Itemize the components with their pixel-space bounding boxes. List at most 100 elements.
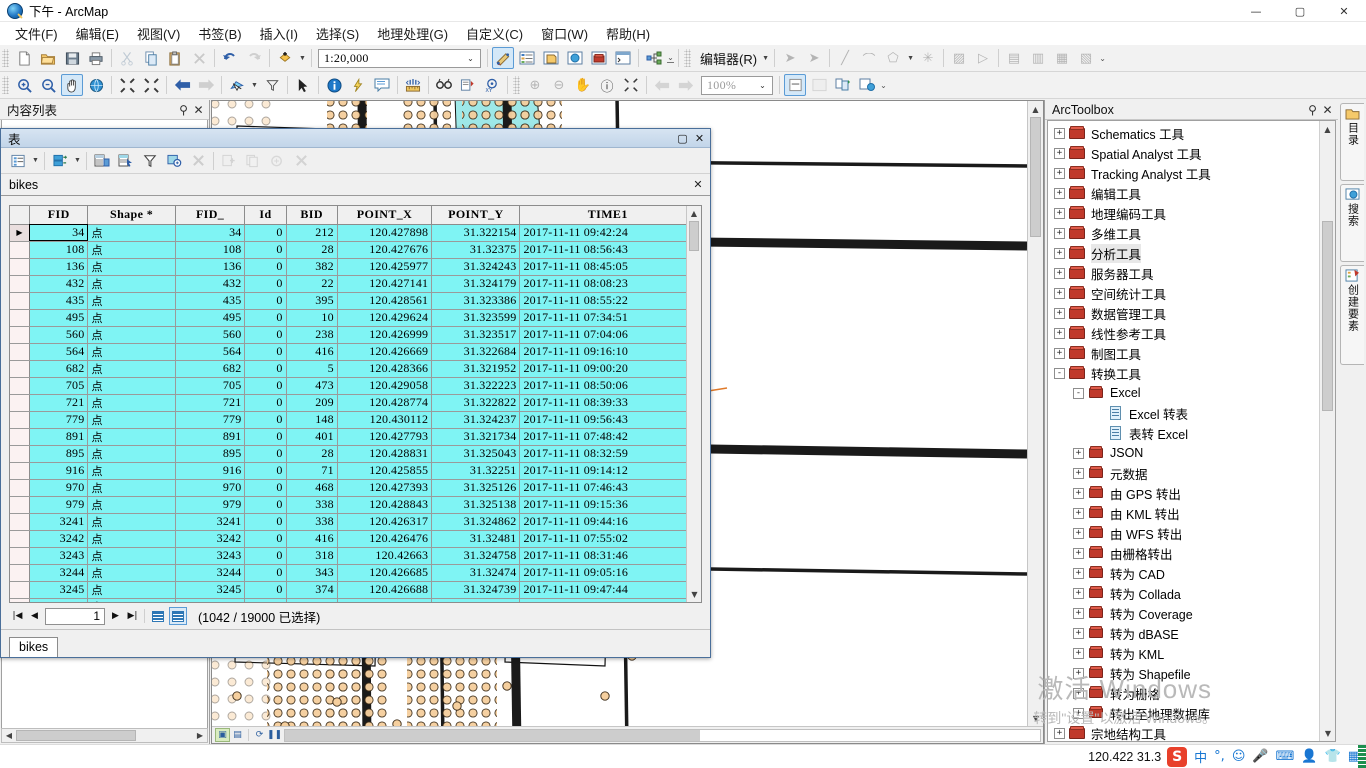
expand-icon[interactable]: +	[1073, 607, 1084, 619]
table-row[interactable]: 3242 点 3242 0 416 120.426476 31.32481 2017-11-1…	[10, 530, 696, 548]
toolbox-item[interactable]: + 制图工具	[1048, 343, 1319, 363]
menu-insert[interactable]: 插入(I)	[251, 21, 307, 46]
keyboard-icon[interactable]: ⌨	[1276, 749, 1295, 764]
chevron-down-icon[interactable]: ⌄	[463, 54, 478, 63]
pin-icon[interactable]: ⚲	[176, 103, 191, 117]
cell-bid[interactable]: 161	[286, 598, 338, 602]
toolbox-item[interactable]: + 宗地结构工具	[1048, 723, 1319, 741]
row-selector-cell[interactable]	[10, 275, 30, 293]
scroll-down-icon[interactable]: ▼	[1028, 710, 1043, 726]
cell-bid[interactable]: 22	[286, 275, 338, 293]
expand-icon[interactable]: +	[1054, 287, 1065, 299]
fixed-zoom-in-icon[interactable]	[116, 74, 138, 96]
menu-view[interactable]: 视图(V)	[128, 21, 189, 46]
cell-fid2[interactable]: 721	[175, 394, 246, 412]
cell-fid[interactable]: 682	[29, 360, 89, 378]
cell-time1[interactable]: 2017-11-11 09:05:16	[519, 564, 696, 582]
cell-shape[interactable]: 点	[87, 496, 176, 514]
close-icon[interactable]: ✕	[1320, 103, 1335, 117]
cell-point_y[interactable]: 31.323386	[431, 292, 521, 310]
redo-icon[interactable]	[243, 47, 265, 69]
cell-time1[interactable]: 2017-11-11 08:31:46	[519, 547, 696, 565]
table-row[interactable]: 136 点 136 0 382 120.425977 31.324243 2017-11-11…	[10, 258, 696, 276]
table-row[interactable]: 3241 点 3241 0 338 120.426317 31.324862 2017-11-…	[10, 513, 696, 531]
cell-time1[interactable]: 2017-11-11 09:00:20	[519, 360, 696, 378]
print-icon[interactable]	[85, 47, 107, 69]
cell-fid[interactable]: 721	[29, 394, 89, 412]
cell-bid[interactable]: 209	[286, 394, 338, 412]
vertical-tab-catalog[interactable]: 目录	[1340, 103, 1364, 181]
catalog-window-icon[interactable]	[540, 47, 562, 69]
cell-point_x[interactable]: 120.428366	[337, 360, 433, 378]
collapse-icon[interactable]: -	[1073, 387, 1084, 399]
cell-point_x[interactable]: 120.425977	[337, 258, 433, 276]
cell-fid2[interactable]: 564	[175, 343, 246, 361]
toolbox-item[interactable]: - Excel	[1048, 383, 1319, 403]
toolbox-item[interactable]: + 空间统计工具	[1048, 283, 1319, 303]
add-data-dropdown-icon[interactable]: ▼	[297, 47, 308, 69]
toolbox-item[interactable]: + Schematics 工具	[1048, 123, 1319, 143]
related-tables-dropdown-icon[interactable]: ▼	[72, 150, 83, 172]
toolbox-item[interactable]: + 转为 CAD	[1048, 563, 1319, 583]
table-row[interactable]: 435 点 435 0 395 120.428561 31.323386 2017-11-11…	[10, 292, 696, 310]
cell-bid[interactable]: 468	[286, 479, 338, 497]
cell-fid2[interactable]: 895	[175, 445, 246, 463]
cell-shape[interactable]: 点	[87, 598, 176, 602]
cell-point_y[interactable]: 31.324739	[431, 581, 521, 599]
zoom-to-selection-icon[interactable]	[266, 150, 288, 172]
cell-shape[interactable]: 点	[87, 224, 176, 242]
row-selector-cell[interactable]	[10, 309, 30, 327]
cell-shape[interactable]: 点	[87, 343, 176, 361]
cell-shape[interactable]: 点	[87, 292, 176, 310]
cell-point_y[interactable]: 31.322154	[431, 224, 521, 242]
cell-fid2[interactable]: 705	[175, 377, 246, 395]
column-header-fid[interactable]: FID	[29, 206, 89, 225]
cell-point_x[interactable]: 120.426688	[337, 581, 433, 599]
cell-fid2[interactable]: 34	[175, 224, 246, 242]
edit-sketch-icon[interactable]: ▧	[1075, 47, 1097, 69]
expand-icon[interactable]: +	[1073, 547, 1084, 559]
cell-point_x[interactable]: 120.426685	[337, 564, 433, 582]
row-selector-cell[interactable]	[10, 581, 30, 599]
chevron-down-icon[interactable]: ⌄	[755, 81, 770, 90]
attribute-grid[interactable]: FID Shape * FID_ Id BID POINT_X POINT_Y …	[9, 205, 702, 603]
toolbox-item[interactable]: + 转为 dBASE	[1048, 623, 1319, 643]
layout-fixed-zoom-icon[interactable]	[620, 74, 642, 96]
toolbox-item[interactable]: + 由栅格转出	[1048, 543, 1319, 563]
cell-fid[interactable]: 779	[29, 411, 89, 429]
expand-icon[interactable]: +	[1054, 267, 1065, 279]
expand-icon[interactable]: +	[1054, 347, 1065, 359]
scroll-thumb[interactable]	[1322, 221, 1333, 411]
cell-time1[interactable]: 2017-11-11 08:55:22	[519, 292, 696, 310]
cell-fid2[interactable]: 432	[175, 275, 246, 293]
cell-point_y[interactable]: 31.322223	[431, 377, 521, 395]
forward-extent-icon[interactable]	[195, 74, 217, 96]
sketch-properties-icon[interactable]: ✳	[917, 47, 939, 69]
cell-fid[interactable]: 916	[29, 462, 89, 480]
vertical-tab-create-features[interactable]: 创建要素	[1340, 265, 1364, 365]
cell-fid[interactable]: 3241	[29, 513, 89, 531]
refresh-icon[interactable]: ⟳	[252, 728, 267, 742]
cell-fid[interactable]: 564	[29, 343, 89, 361]
pin-icon[interactable]: ⚲	[1305, 103, 1320, 117]
editor-overflow-icon[interactable]: ⌄	[1098, 47, 1107, 69]
row-selector-cell[interactable]	[10, 513, 30, 531]
cell-fid[interactable]: 3246	[29, 598, 89, 602]
row-selector-cell[interactable]	[10, 547, 30, 565]
cell-time1[interactable]: 2017-11-11 07:55:02	[519, 530, 696, 548]
copy-icon[interactable]	[140, 47, 162, 69]
new-map-icon[interactable]	[13, 47, 35, 69]
cell-time1[interactable]: 2017-11-11 07:34:51	[519, 309, 696, 327]
column-header-fid2[interactable]: FID_	[175, 206, 246, 225]
punctuation-icon[interactable]: °,	[1214, 749, 1225, 764]
emoji-icon[interactable]: ☺	[1232, 749, 1246, 764]
close-icon[interactable]: ✕	[191, 103, 206, 117]
cell-point_x[interactable]: 120.427141	[337, 275, 433, 293]
cell-bid[interactable]: 28	[286, 445, 338, 463]
cell-shape[interactable]: 点	[87, 445, 176, 463]
cell-point_x[interactable]: 120.427898	[337, 224, 433, 242]
cell-time1[interactable]: 2017-11-11 09:36:37	[519, 598, 696, 602]
cell-bid[interactable]: 148	[286, 411, 338, 429]
scroll-thumb[interactable]	[689, 221, 699, 251]
editor-toolbar-grip[interactable]	[684, 49, 691, 67]
